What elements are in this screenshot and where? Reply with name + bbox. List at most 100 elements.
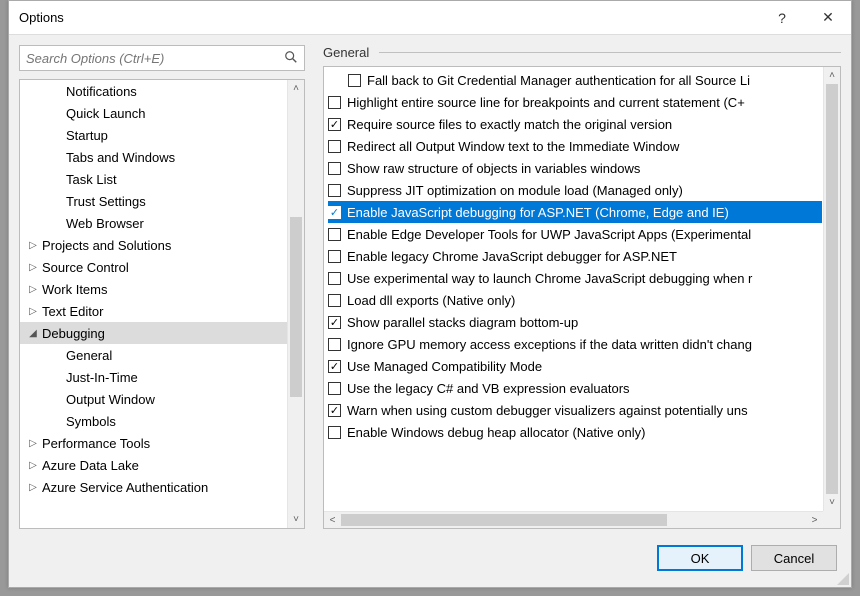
tree-item[interactable]: Trust Settings xyxy=(20,190,304,212)
collapsed-icon[interactable]: ▷ xyxy=(26,460,40,471)
option-row[interactable]: ✓ Show parallel stacks diagram bottom-up xyxy=(328,311,822,333)
resize-grip-icon[interactable] xyxy=(835,571,849,585)
tree-item[interactable]: Notifications xyxy=(20,80,304,102)
tree-item[interactable]: Just-In-Time xyxy=(20,366,304,388)
checkbox[interactable]: ✓ xyxy=(328,206,341,219)
scroll-down-icon[interactable]: ˅ xyxy=(824,494,840,511)
collapsed-icon[interactable]: ▷ xyxy=(26,240,40,251)
option-row[interactable]: Highlight entire source line for breakpo… xyxy=(328,91,822,113)
scroll-down-icon[interactable]: ˅ xyxy=(288,511,304,528)
checkbox[interactable] xyxy=(348,74,361,87)
tree-item[interactable]: Symbols xyxy=(20,410,304,432)
search-box[interactable] xyxy=(19,45,305,71)
checkbox[interactable] xyxy=(328,140,341,153)
option-row[interactable]: Use the legacy C# and VB expression eval… xyxy=(328,377,822,399)
scroll-track[interactable] xyxy=(341,512,806,528)
tree-item[interactable]: General xyxy=(20,344,304,366)
option-row[interactable]: Ignore GPU memory access exceptions if t… xyxy=(328,333,822,355)
tree-item[interactable]: Startup xyxy=(20,124,304,146)
collapsed-icon[interactable]: ▷ xyxy=(26,482,40,493)
tree-item[interactable]: Web Browser xyxy=(20,212,304,234)
option-label: Show parallel stacks diagram bottom-up xyxy=(347,315,578,330)
collapsed-icon[interactable]: ▷ xyxy=(26,284,40,295)
checkbox[interactable] xyxy=(328,162,341,175)
dialog-body: NotificationsQuick Launch Startup Tabs and… xyxy=(9,35,851,529)
checkbox[interactable]: ✓ xyxy=(328,316,341,329)
option-row[interactable]: Show raw structure of objects in variabl… xyxy=(328,157,822,179)
dialog-footer: OK Cancel xyxy=(9,529,851,587)
tree-item[interactable]: ▷Projects and Solutions xyxy=(20,234,304,256)
collapsed-icon[interactable]: ▷ xyxy=(26,262,40,273)
option-row[interactable]: ✓ Warn when using custom debugger visuali… xyxy=(328,399,822,421)
scroll-thumb[interactable] xyxy=(826,84,838,494)
scroll-thumb[interactable] xyxy=(341,514,667,526)
option-row[interactable]: ✓Enable JavaScript debugging for ASP.NET… xyxy=(328,201,822,223)
checkbox[interactable] xyxy=(328,338,341,351)
tree-item[interactable]: Output Window xyxy=(20,388,304,410)
checkbox[interactable] xyxy=(328,426,341,439)
help-button[interactable]: ? xyxy=(759,1,805,35)
checkbox[interactable] xyxy=(328,294,341,307)
tree-item[interactable]: ◢Debugging xyxy=(20,322,304,344)
option-label: Enable Edge Developer Tools for UWP Java… xyxy=(347,227,751,242)
close-button[interactable]: ✕ xyxy=(805,1,851,35)
scroll-track[interactable] xyxy=(824,84,840,494)
checkbox[interactable] xyxy=(328,96,341,109)
tree-item[interactable]: ▷Text Editor xyxy=(20,300,304,322)
tree-item[interactable]: Tabs and Windows xyxy=(20,146,304,168)
tree-item[interactable]: ▷Azure Service Authentication xyxy=(20,476,304,498)
tree-item[interactable]: ▷Work Items xyxy=(20,278,304,300)
right-pane: General Fall back to Git Credential Mana… xyxy=(323,45,841,529)
option-row[interactable]: Use experimental way to launch Chrome Ja… xyxy=(328,267,822,289)
tree-item[interactable]: ▷Azure Data Lake xyxy=(20,454,304,476)
tree-item-label: Output Window xyxy=(64,392,155,407)
collapsed-icon[interactable]: ▷ xyxy=(26,438,40,449)
scroll-track[interactable] xyxy=(288,97,304,511)
collapsed-icon[interactable]: ▷ xyxy=(26,306,40,317)
options-vscrollbar[interactable]: ˄ ˅ xyxy=(823,67,840,511)
checkbox[interactable] xyxy=(328,184,341,197)
ok-button[interactable]: OK xyxy=(657,545,743,571)
option-row[interactable]: Suppress JIT optimization on module load… xyxy=(328,179,822,201)
tree-item[interactable]: Task List xyxy=(20,168,304,190)
option-row[interactable]: Redirect all Output Window text to the I… xyxy=(328,135,822,157)
search-input[interactable] xyxy=(20,51,278,66)
option-label: Highlight entire source line for breakpo… xyxy=(347,95,745,110)
tree-item[interactable]: Quick Launch xyxy=(20,102,304,124)
checkbox[interactable]: ✓ xyxy=(328,404,341,417)
checkbox[interactable]: ✓ xyxy=(328,118,341,131)
scroll-thumb[interactable] xyxy=(290,217,302,397)
option-row[interactable]: Enable Edge Developer Tools for UWP Java… xyxy=(328,223,822,245)
category-tree: NotificationsQuick Launch Startup Tabs and… xyxy=(19,79,305,529)
option-label: Enable Windows debug heap allocator (Nat… xyxy=(347,425,645,440)
option-row[interactable]: Enable Windows debug heap allocator (Nat… xyxy=(328,421,822,443)
expanded-icon[interactable]: ◢ xyxy=(26,328,40,339)
option-row[interactable]: Fall back to Git Credential Manager auth… xyxy=(328,69,822,91)
scroll-up-icon[interactable]: ˄ xyxy=(824,67,840,84)
option-row[interactable]: Load dll exports (Native only) xyxy=(328,289,822,311)
header-rule xyxy=(379,52,841,53)
tree-item[interactable]: ▷Performance Tools xyxy=(20,432,304,454)
options-hscrollbar[interactable]: ˂ ˃ xyxy=(324,511,823,528)
scroll-up-icon[interactable]: ˄ xyxy=(288,80,304,97)
checkbox[interactable] xyxy=(328,228,341,241)
checkbox[interactable] xyxy=(328,250,341,263)
option-label: Warn when using custom debugger visualiz… xyxy=(347,403,748,418)
checkbox[interactable] xyxy=(328,272,341,285)
tree-item-label: Startup xyxy=(64,128,108,143)
option-label: Fall back to Git Credential Manager auth… xyxy=(367,73,750,88)
checkbox[interactable]: ✓ xyxy=(328,360,341,373)
tree-scrollbar[interactable]: ˄ ˅ xyxy=(287,80,304,528)
scroll-right-icon[interactable]: ˃ xyxy=(806,512,823,528)
cancel-button[interactable]: Cancel xyxy=(751,545,837,571)
tree-item-label: Just-In-Time xyxy=(64,370,138,385)
option-row[interactable]: ✓Require source files to exactly match t… xyxy=(328,113,822,135)
scroll-left-icon[interactable]: ˂ xyxy=(324,512,341,528)
search-icon[interactable] xyxy=(278,50,304,67)
option-row[interactable]: Enable legacy Chrome JavaScript debugger… xyxy=(328,245,822,267)
tree-item[interactable]: ▷Source Control xyxy=(20,256,304,278)
checkbox[interactable] xyxy=(328,382,341,395)
tree-item-label: General xyxy=(64,348,112,363)
options-dialog: Options ? ✕ NotificationsQuick LaunchSta… xyxy=(8,0,852,588)
option-row[interactable]: ✓Use Managed Compatibility Mode xyxy=(328,355,822,377)
